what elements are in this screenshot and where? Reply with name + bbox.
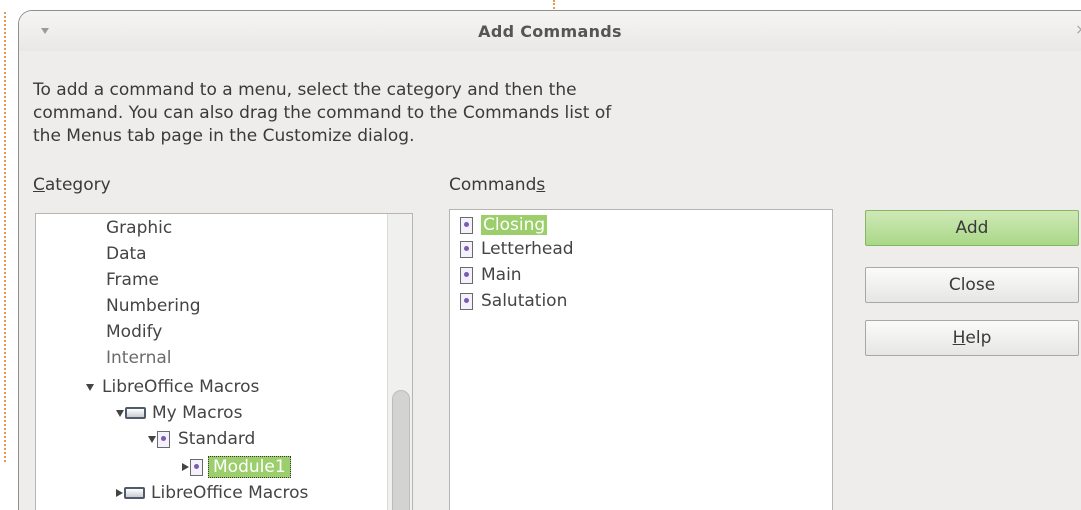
dialog-description: To add a command to a menu, select the c… <box>33 79 833 148</box>
macro-doc-icon <box>157 430 170 448</box>
category-label: Category <box>33 175 111 195</box>
tree-item-label: Standard <box>178 429 256 449</box>
triangle-right-icon[interactable] <box>182 463 189 471</box>
tree-item-modify[interactable]: Modify <box>106 321 162 343</box>
list-item-letterhead[interactable]: Letterhead <box>460 238 574 260</box>
macro-doc-icon <box>460 216 473 234</box>
tree-item-numbering[interactable]: Numbering <box>106 295 201 317</box>
triangle-down-icon[interactable] <box>86 383 94 391</box>
close-icon[interactable]: × <box>1075 23 1081 37</box>
dialog-title: Add Commands <box>478 22 622 41</box>
page-margin-guide <box>4 12 6 462</box>
list-item-label: Main <box>481 265 522 285</box>
macro-doc-icon <box>460 266 473 284</box>
tree-item-libreoffice-macros-2[interactable]: LibreOffice Macros <box>116 482 308 504</box>
description-line: the Menus tab page in the Customize dial… <box>33 126 415 146</box>
tree-item-label-selected: Module1 <box>208 456 291 478</box>
list-item-main[interactable]: Main <box>460 264 522 286</box>
commands-label: Commands <box>449 175 546 195</box>
macro-doc-icon <box>460 240 473 258</box>
list-item-label: Salutation <box>481 291 568 311</box>
tree-item-module1[interactable]: Module1 <box>182 456 291 478</box>
description-line: command. You can also drag the command t… <box>33 103 612 123</box>
category-tree[interactable]: Graphic Data Frame Numbering Modify Inte… <box>35 213 413 510</box>
add-commands-dialog: Add Commands × To add a command to a men… <box>18 10 1081 510</box>
list-item-closing[interactable]: Closing <box>460 214 548 236</box>
description-line: To add a command to a menu, select the c… <box>33 80 577 100</box>
tree-item-label: LibreOffice Macros <box>102 377 260 397</box>
tree-item-graphic[interactable]: Graphic <box>106 217 172 239</box>
tree-item-internal[interactable]: Internal <box>106 347 172 369</box>
list-item-label-selected: Closing <box>481 215 548 235</box>
tree-item-label: My Macros <box>152 403 243 423</box>
help-button[interactable]: Help <box>865 320 1079 356</box>
list-item-salutation[interactable]: Salutation <box>460 290 567 312</box>
drive-icon <box>125 407 146 419</box>
tree-item-data[interactable]: Data <box>106 243 147 265</box>
category-scrollbar[interactable] <box>387 214 412 510</box>
dialog-titlebar: Add Commands × <box>19 11 1081 51</box>
macro-doc-icon <box>460 292 473 310</box>
triangle-right-icon[interactable] <box>116 489 123 497</box>
macro-doc-icon <box>190 458 203 476</box>
tree-item-label: LibreOffice Macros <box>151 483 309 503</box>
scrollbar-thumb[interactable] <box>392 390 410 510</box>
commands-list[interactable]: Closing Letterhead Main Salutation <box>449 209 833 510</box>
close-button[interactable]: Close <box>865 267 1079 303</box>
list-item-label: Letterhead <box>481 239 574 259</box>
triangle-down-icon[interactable] <box>116 409 124 417</box>
drive-icon <box>124 487 145 499</box>
tree-item-frame[interactable]: Frame <box>106 269 159 291</box>
tree-item-standard[interactable]: Standard <box>148 428 255 450</box>
triangle-down-icon[interactable] <box>148 435 156 443</box>
add-button[interactable]: Add <box>865 210 1079 246</box>
tree-item-my-macros[interactable]: My Macros <box>116 402 242 424</box>
tree-item-libreoffice-macros[interactable]: LibreOffice Macros <box>86 376 259 398</box>
